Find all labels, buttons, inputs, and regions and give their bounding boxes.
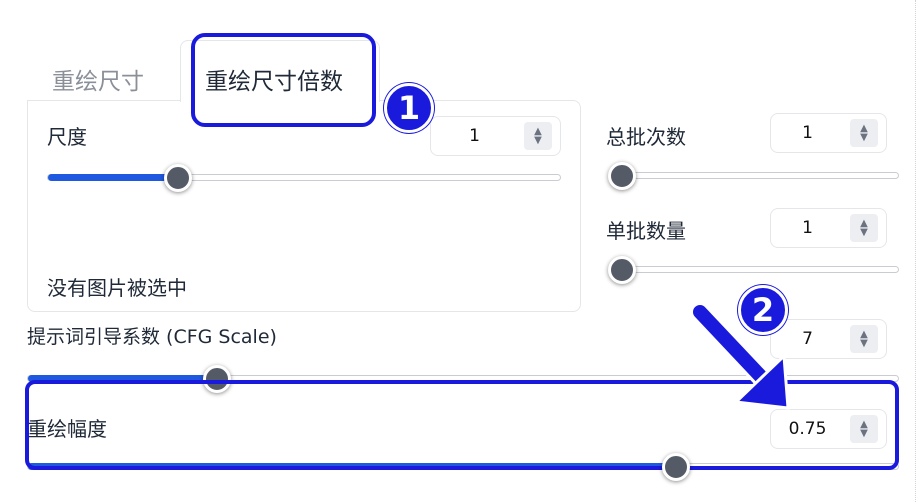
scale-slider-thumb[interactable]	[164, 164, 192, 192]
step-badge-2: 2	[738, 285, 788, 335]
scale-slider-fill	[48, 174, 178, 181]
scale-value: 1	[469, 126, 480, 146]
cfg-scale-label: 提示词引导系数 (CFG Scale)	[27, 326, 277, 348]
scale-number-input[interactable]: 1 ▲ ▼	[430, 116, 561, 156]
batch-count-slider-track[interactable]	[620, 172, 899, 179]
batch-count-input[interactable]: 1 ▲ ▼	[770, 113, 887, 153]
scale-label: 尺度	[47, 125, 87, 149]
right-edge-divider	[915, 0, 916, 502]
tab-highlight-box	[191, 33, 376, 127]
batch-size-slider-track[interactable]	[620, 266, 899, 273]
step-badge-1: 1	[384, 83, 434, 133]
batch-count-label: 总批次数	[606, 125, 686, 149]
spinner-icon[interactable]: ▲ ▼	[524, 122, 552, 150]
tab-resize-to[interactable]: 重绘尺寸	[28, 50, 178, 100]
tab-label: 重绘尺寸	[52, 69, 144, 95]
spinner-icon[interactable]: ▲ ▼	[850, 119, 878, 147]
batch-count-value: 1	[802, 123, 813, 143]
denoising-strength-slider-thumb[interactable]	[662, 453, 690, 481]
batch-size-slider-thumb[interactable]	[608, 256, 636, 284]
spinner-icon[interactable]: ▲ ▼	[850, 325, 878, 353]
batch-count-slider-thumb[interactable]	[608, 162, 636, 190]
spinner-icon[interactable]: ▲ ▼	[850, 214, 878, 242]
batch-size-value: 1	[802, 218, 813, 238]
batch-size-input[interactable]: 1 ▲ ▼	[770, 208, 887, 248]
no-image-selected-text: 没有图片被选中	[47, 276, 187, 300]
batch-size-label: 单批数量	[606, 219, 686, 243]
scale-slider-track[interactable]	[47, 174, 561, 181]
